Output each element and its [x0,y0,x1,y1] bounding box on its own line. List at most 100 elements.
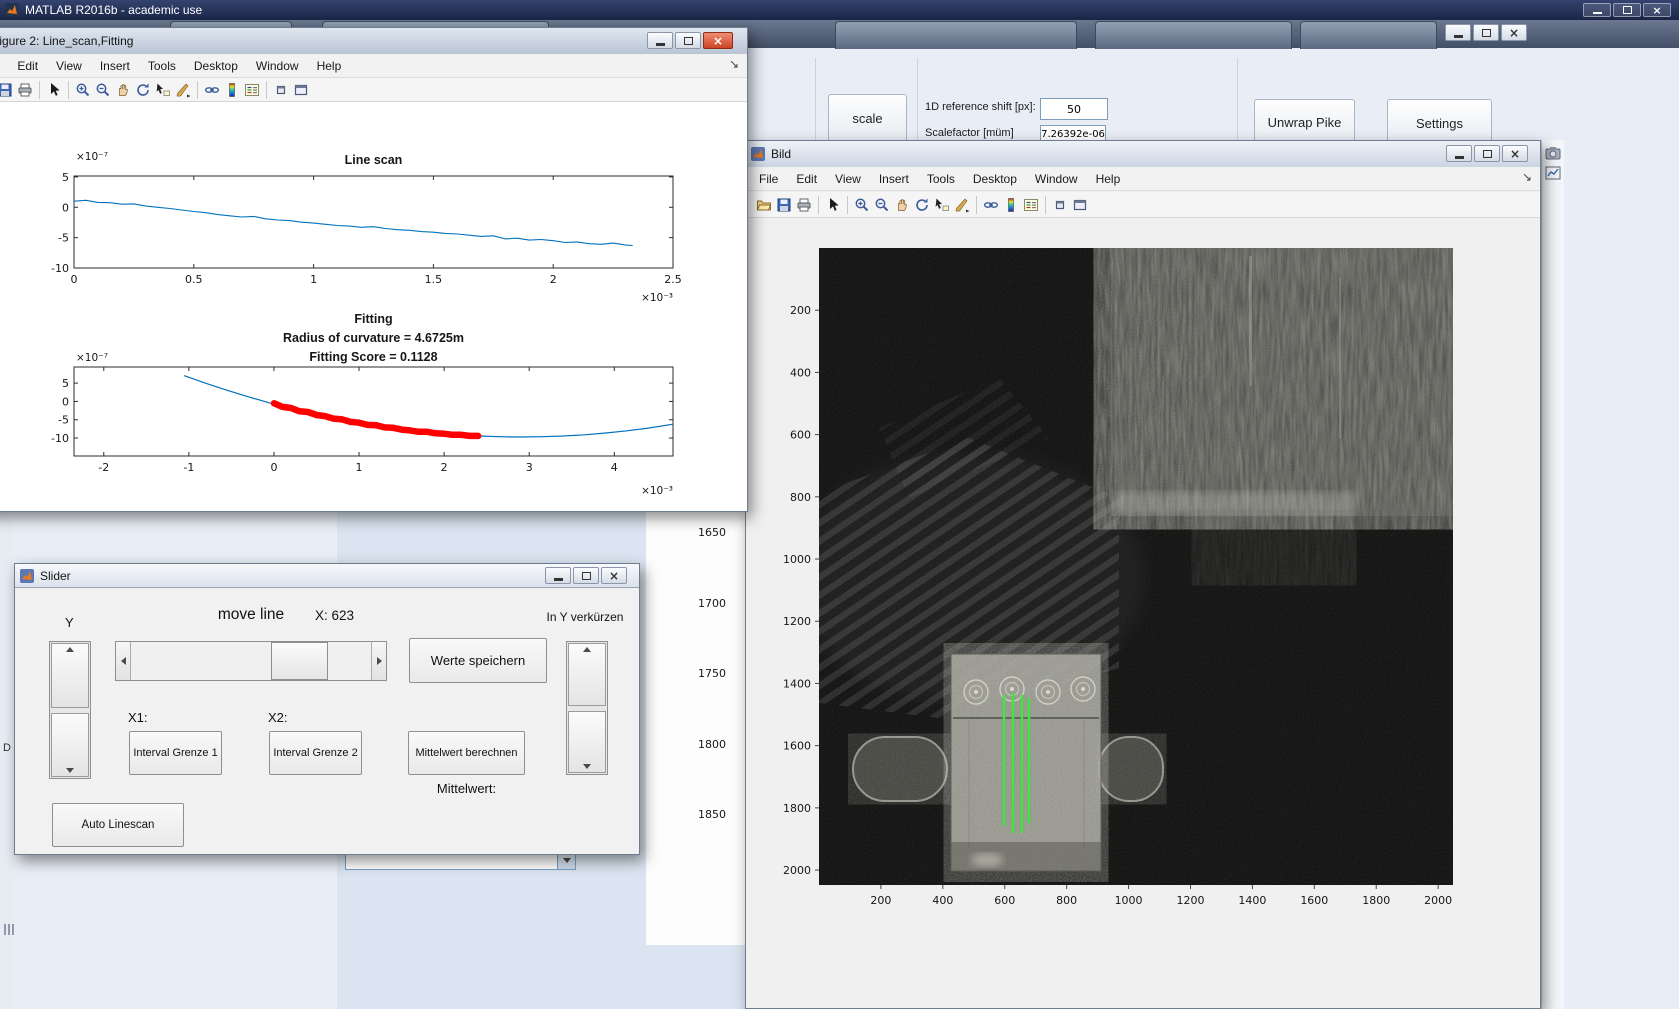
close-button[interactable]: × [703,32,733,49]
zoom-out-icon[interactable] [872,196,892,214]
insert-legend-icon[interactable] [242,81,262,99]
close-button[interactable]: × [1643,3,1671,17]
scale-button[interactable]: scale [828,94,907,143]
auto-linescan-button[interactable]: Auto Linescan [52,803,184,847]
menu-item-tools[interactable]: Tools [918,169,964,189]
bild-image[interactable] [819,248,1453,885]
link-plots-icon[interactable] [981,196,1001,214]
menu-item-tools[interactable]: Tools [139,56,185,76]
menu-item-edit[interactable]: Edit [787,169,826,189]
pan-hand-icon[interactable] [113,81,133,99]
maximize-button[interactable] [573,567,599,584]
menu-item-view[interactable]: View [826,169,870,189]
slider-up-button[interactable] [51,643,89,708]
rotate-3d-icon[interactable] [912,196,932,214]
move-line-slider[interactable] [115,641,387,681]
unwrap-pike-button[interactable]: Unwrap Pike [1254,99,1355,145]
cursor-icon[interactable] [823,196,843,214]
interval-grenze-2-button[interactable]: Interval Grenze 2 [269,731,362,775]
background-window-tab[interactable] [835,21,1077,49]
zoom-out-icon[interactable] [93,81,113,99]
snapshot-camera-icon[interactable] [1545,146,1561,160]
dock-window-icon[interactable] [1070,196,1090,214]
x-tick-label: 1.5 [425,273,443,286]
resize-grip[interactable] [4,924,16,935]
menu-item-desktop[interactable]: Desktop [964,169,1026,189]
menu-item-insert[interactable]: Insert [870,169,918,189]
menu-item-desktop[interactable]: Desktop [185,56,247,76]
data-cursor-icon[interactable] [932,196,952,214]
dock-arrow-icon[interactable]: ↘ [729,57,739,71]
figure2-titlebar[interactable]: Figure 2: Line_scan,Fitting [0,28,747,55]
menu-item-window[interactable]: Window [1026,169,1087,189]
menu-item-file[interactable]: File [0,56,8,76]
minimize-button[interactable] [545,567,571,584]
menu-item-help[interactable]: Help [308,56,351,76]
background-window-tab[interactable] [1095,21,1292,49]
slider-up-button[interactable] [568,643,606,706]
slider-left-button[interactable] [116,642,131,680]
figure2-window-controls: × [647,32,733,49]
restore-button[interactable] [1613,3,1641,17]
interval-grenze-1-button[interactable]: Interval Grenze 1 [129,731,222,775]
dock-small-icon[interactable] [271,81,291,99]
link-plots-icon[interactable] [202,81,222,99]
slider-down-button[interactable] [51,713,89,778]
dock-window-icon[interactable] [291,81,311,99]
pan-hand-icon[interactable] [892,196,912,214]
print-icon[interactable] [794,196,814,214]
rotate-3d-icon[interactable] [133,81,153,99]
brush-icon[interactable] [173,81,193,99]
zoom-in-icon[interactable] [73,81,93,99]
figure2-plots: 00.511.522.550-5-10Line scan×10⁻⁷×10⁻³-2… [0,102,749,513]
menu-item-window[interactable]: Window [247,56,308,76]
insert-colorbar-icon[interactable] [1001,196,1021,214]
data-cursor-icon[interactable] [153,81,173,99]
slider-down-button[interactable] [568,711,606,774]
slider-thumb[interactable] [271,642,328,680]
y-slider-right[interactable] [566,641,608,775]
open-folder-icon[interactable] [754,196,774,214]
cursor-icon[interactable] [44,81,64,99]
plot-tools-icon[interactable] [1545,166,1561,180]
insert-colorbar-icon[interactable] [222,81,242,99]
menu-item-edit[interactable]: Edit [8,56,47,76]
close-button[interactable]: × [1501,24,1527,41]
dock-arrow-icon[interactable]: ↘ [1522,170,1532,184]
dock-small-icon[interactable] [1050,196,1070,214]
mittelwert-berechnen-button[interactable]: Mittelwert berechnen [408,731,525,775]
close-button[interactable]: × [601,567,627,584]
restore-button[interactable] [1473,24,1499,41]
insert-legend-icon[interactable] [1021,196,1041,214]
minimize-button[interactable] [1583,3,1611,17]
y-slider-left[interactable] [49,641,91,779]
arrow-right-icon [377,657,382,665]
minimize-button[interactable] [1446,145,1472,162]
menu-item-insert[interactable]: Insert [91,56,139,76]
zoom-in-icon[interactable] [852,196,872,214]
slider-right-button[interactable] [371,642,386,680]
maximize-button[interactable] [675,32,701,49]
screen: MATLAB R2016b - academic use × × scale 1… [0,0,1679,1009]
menu-item-view[interactable]: View [47,56,91,76]
save-icon[interactable] [774,196,794,214]
minimize-button[interactable] [1445,24,1471,41]
bild-titlebar[interactable]: Bild [746,141,1540,168]
slider-track[interactable] [131,642,371,680]
brush-icon[interactable] [952,196,972,214]
close-button[interactable]: × [1502,145,1528,162]
ref-shift-input[interactable] [1040,98,1108,120]
y-tick-label: 400 [790,366,811,379]
minimize-button[interactable] [647,32,673,49]
y-tick-label: 1600 [783,740,811,753]
save-icon[interactable] [0,81,15,99]
background-plot-margin: 16501700175018001850 [646,505,745,945]
print-icon[interactable] [15,81,35,99]
background-window-tab[interactable] [1300,21,1437,49]
menu-item-file[interactable]: File [750,169,787,189]
background-window-controls: × [1445,24,1527,41]
mittelwert-label: Mittelwert: [408,781,525,796]
menu-item-help[interactable]: Help [1087,169,1130,189]
werte-speichern-button[interactable]: Werte speichern [409,638,547,683]
restore-button[interactable] [1474,145,1500,162]
